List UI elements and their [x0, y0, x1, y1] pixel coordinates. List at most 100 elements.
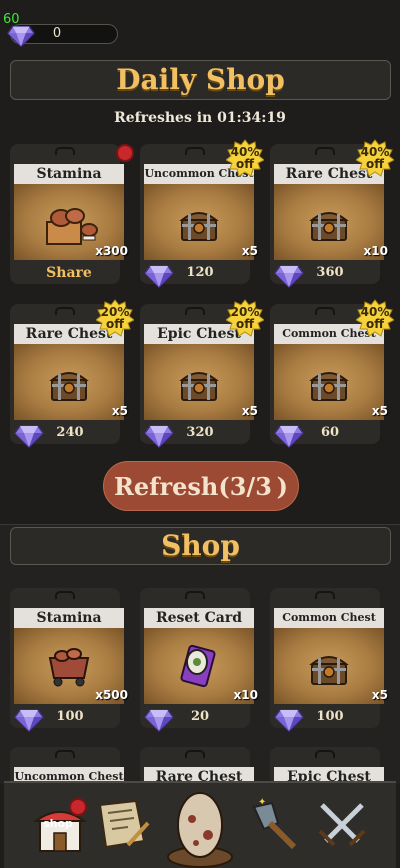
shop-item-epic-chest[interactable]: Epic Chest [270, 747, 384, 787]
item-price: 120 [186, 265, 214, 280]
item-art: x5 [14, 344, 128, 420]
item-qty: x5 [111, 404, 128, 418]
price-row[interactable]: 120 [140, 262, 250, 282]
item-art: x500 [14, 628, 128, 704]
item-art: x5 [144, 184, 258, 260]
item-qty: x5 [371, 404, 388, 418]
badge-off: off [366, 157, 384, 171]
gem-icon [144, 706, 174, 732]
discount-badge: 40% off [356, 299, 394, 337]
gem-icon [274, 422, 304, 448]
card-hanger [55, 750, 75, 758]
nav-shop[interactable]: shop [30, 783, 90, 868]
shop-title: Shop [10, 527, 391, 565]
gem-icon [144, 422, 174, 448]
price-row[interactable]: 60 [270, 422, 380, 442]
share-button[interactable]: Share [10, 265, 128, 281]
shop-item-uncommon-chest[interactable]: Uncommon Chest [10, 747, 124, 787]
card-hanger [55, 591, 75, 599]
item-price: 320 [186, 425, 214, 440]
badge-off: off [236, 157, 254, 171]
daily-item-stamina[interactable]: Stamina x300 Share [10, 144, 134, 284]
item-price: 100 [316, 709, 344, 724]
item-title: Common Chest [274, 608, 384, 628]
item-price: 100 [56, 709, 84, 724]
price-row[interactable]: 320 [140, 422, 250, 442]
item-qty: x5 [371, 688, 388, 702]
daily-shop-title: Daily Shop [10, 60, 391, 100]
badge-off: off [366, 317, 384, 331]
gem-icon [144, 262, 174, 288]
card-hanger [315, 591, 335, 599]
discount-badge: 40% off [356, 139, 394, 177]
daily-item-rare-chest[interactable]: Rare Chest x5 20% off 240 [10, 304, 120, 444]
card-hanger [185, 591, 205, 599]
item-price: 20 [190, 709, 210, 724]
item-qty: x500 [95, 688, 128, 702]
card-hanger [55, 147, 75, 155]
egg-icon [167, 792, 233, 868]
gem-icon [274, 706, 304, 732]
chest-icon [179, 366, 219, 402]
shop-item-common-chest[interactable]: Common Chest x5 100 [270, 588, 388, 728]
card-hanger [55, 307, 75, 315]
chest-icon [179, 206, 219, 242]
nav-quests[interactable] [92, 783, 154, 868]
nav-hatch[interactable] [164, 783, 236, 868]
chest-icon [309, 206, 349, 242]
meat-crate-icon [46, 208, 98, 245]
card-hanger [185, 750, 205, 758]
crossed-swords-icon [318, 803, 366, 847]
daily-item-epic-chest[interactable]: Epic Chest x5 20% off 320 [140, 304, 250, 444]
chest-icon [49, 366, 89, 402]
item-title: Stamina [14, 164, 124, 184]
gem-icon [274, 262, 304, 288]
shovel-icon: ✦ [252, 797, 297, 850]
item-art: x10 [274, 184, 388, 260]
nav-shop-label: shop [43, 817, 73, 830]
item-qty: x5 [241, 244, 258, 258]
price-row[interactable]: 240 [10, 422, 120, 442]
item-art: x5 [144, 344, 258, 420]
refresh-timer: Refreshes in 01:34:19 [114, 110, 286, 126]
gem-balance: 0 [10, 24, 118, 44]
price-row[interactable]: 20 [140, 706, 250, 726]
price-row[interactable]: 360 [270, 262, 380, 282]
nav-battle[interactable] [314, 783, 370, 868]
item-price: 360 [316, 265, 344, 280]
scroll-icon [98, 799, 150, 849]
card-hanger [315, 147, 335, 155]
item-art: x300 [14, 184, 128, 260]
reset-card-icon [180, 644, 216, 688]
discount-badge: 20% off [96, 299, 134, 337]
badge-off: off [236, 317, 254, 331]
daily-item-rare-chest[interactable]: Rare Chest x10 40% off 360 [270, 144, 380, 284]
item-qty: x300 [95, 244, 128, 258]
item-art: x5 [274, 344, 388, 420]
item-qty: x10 [363, 244, 388, 258]
card-hanger [315, 307, 335, 315]
price-row[interactable]: 100 [10, 706, 120, 726]
alert-dot [116, 144, 134, 162]
chest-icon [309, 650, 349, 686]
sparkle-icon: ✦ [258, 797, 266, 808]
card-hanger [315, 750, 335, 758]
discount-badge: 20% off [226, 299, 264, 337]
card-hanger [185, 147, 205, 155]
gem-icon [14, 706, 44, 732]
discount-badge: 40% off [226, 139, 264, 177]
shop-item-rare-chest[interactable]: Rare Chest [140, 747, 254, 787]
daily-item-common-chest[interactable]: Common Chest x5 40% off 60 [270, 304, 380, 444]
item-qty: x10 [233, 688, 258, 702]
refresh-button[interactable]: Refresh(3/3 ) [103, 461, 299, 511]
nav-dig[interactable]: ✦ [248, 783, 308, 868]
card-hanger [185, 307, 205, 315]
item-price: 60 [320, 425, 340, 440]
fps-counter: 60 [3, 12, 20, 27]
price-row[interactable]: 100 [270, 706, 380, 726]
shop-item-reset-card[interactable]: Reset Card x10 20 [140, 588, 258, 728]
item-title: Stamina [14, 608, 124, 628]
item-price: 240 [56, 425, 84, 440]
shop-item-stamina[interactable]: Stamina x500 100 [10, 588, 128, 728]
daily-item-uncommon-chest[interactable]: Uncommon Chest x5 40% off 120 [140, 144, 250, 284]
